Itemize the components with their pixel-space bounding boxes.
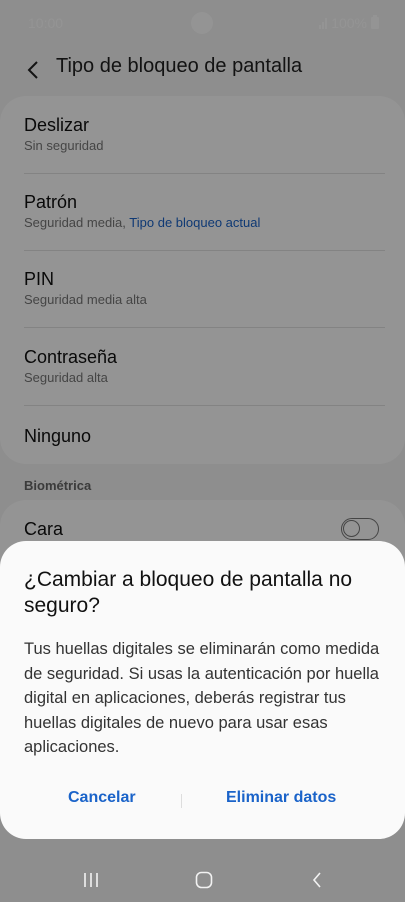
- cancel-button[interactable]: Cancelar: [68, 789, 136, 807]
- home-icon[interactable]: [195, 871, 213, 894]
- back-icon[interactable]: [311, 871, 323, 894]
- dialog-message: Tus huellas digitales se eliminarán como…: [24, 640, 380, 756]
- navigation-bar: [0, 858, 405, 902]
- dialog-title: ¿Cambiar a bloqueo de pantalla no seguro…: [24, 568, 353, 617]
- confirm-dialog: ¿Cambiar a bloqueo de pantalla no seguro…: [0, 541, 405, 839]
- button-separator: [181, 794, 182, 808]
- delete-data-button[interactable]: Eliminar datos: [226, 789, 336, 807]
- recent-apps-icon[interactable]: [83, 872, 99, 893]
- dialog-actions: Cancelar Eliminar datos: [0, 789, 405, 813]
